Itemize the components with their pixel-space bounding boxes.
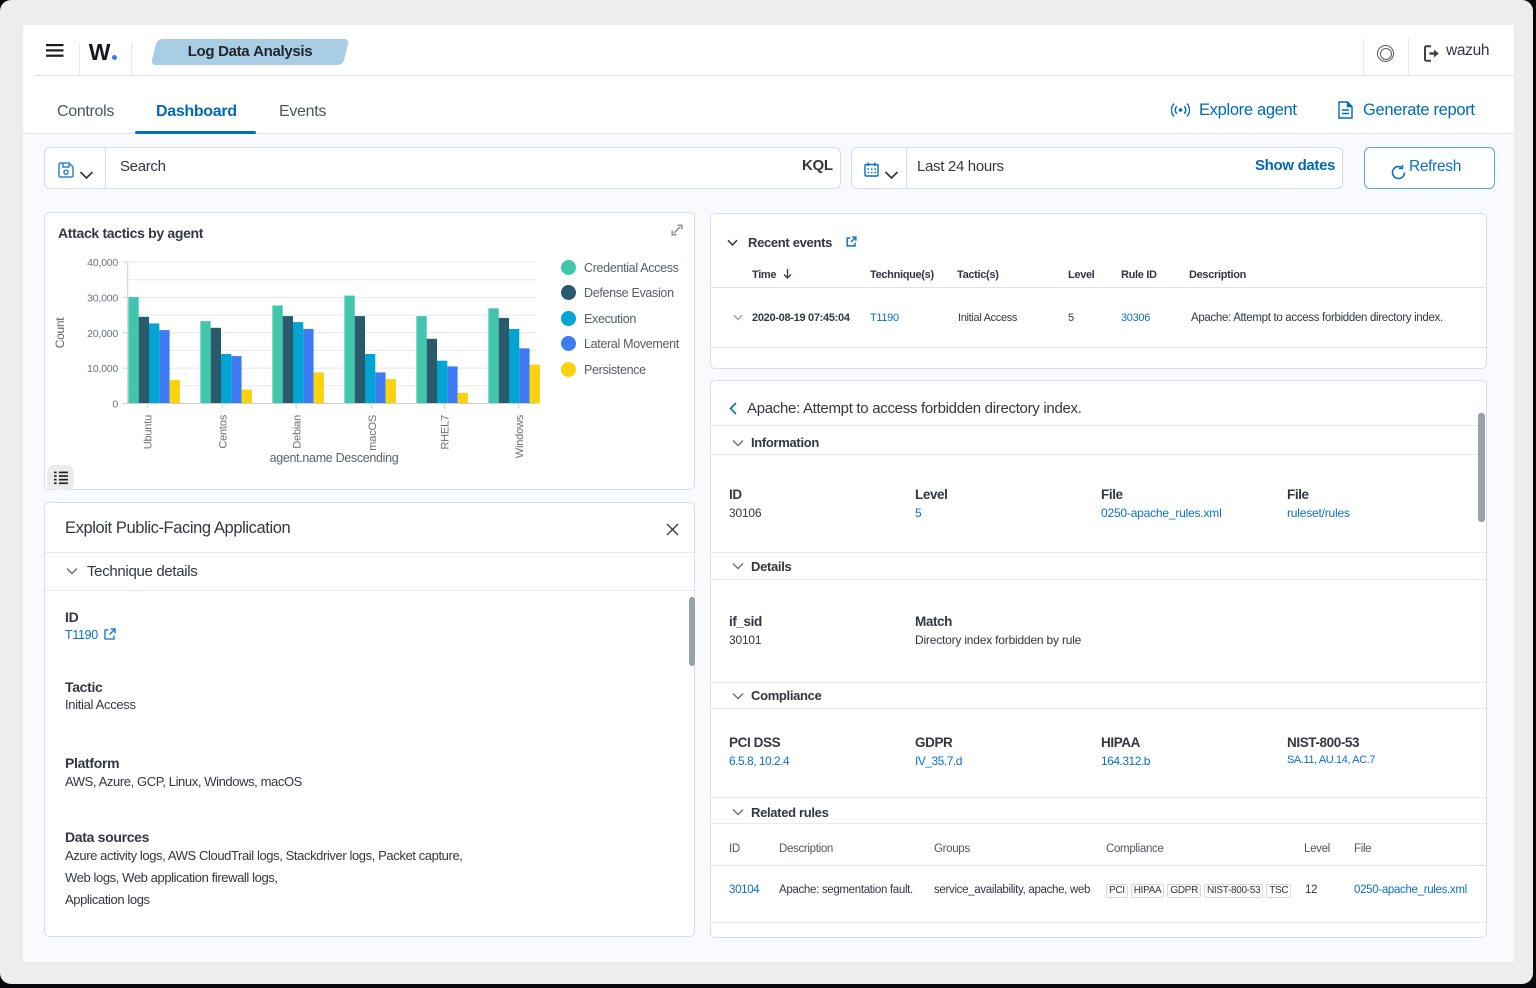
svg-text:40,000: 40,000 [87, 257, 118, 269]
svg-text:30,000: 30,000 [87, 292, 118, 304]
svg-text:10,000: 10,000 [87, 363, 118, 375]
svg-text:20,000: 20,000 [87, 328, 118, 340]
svg-text:agent.name Descending: agent.name Descending [270, 451, 399, 465]
svg-text:macOS: macOS [367, 415, 379, 451]
svg-text:Ubuntu: Ubuntu [142, 415, 154, 449]
svg-text:RHEL7: RHEL7 [440, 415, 452, 450]
svg-text:0: 0 [112, 399, 118, 411]
svg-text:Windows: Windows [514, 414, 526, 458]
svg-text:Centos: Centos [217, 414, 229, 448]
svg-text:Debian: Debian [291, 415, 303, 449]
svg-text:Count: Count [53, 317, 67, 348]
